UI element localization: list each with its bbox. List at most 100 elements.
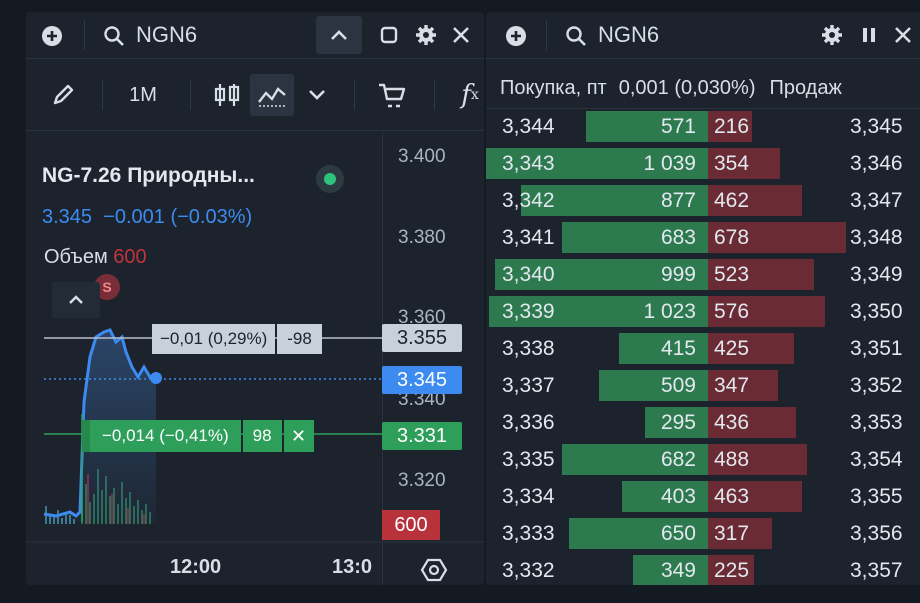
orderbook-row[interactable]: 3,335 682 488 3,354 [486, 441, 920, 478]
ask-price[interactable]: 3,346 [850, 145, 903, 182]
orderbook-row[interactable]: 3,342 877 462 3,347 [486, 182, 920, 219]
bid-price[interactable]: 3,340 [502, 256, 555, 293]
axis-label: 3.320 [398, 470, 446, 491]
bid-price[interactable]: 3,336 [502, 404, 555, 441]
search-icon[interactable] [102, 24, 126, 48]
pencil-icon[interactable] [46, 74, 80, 116]
pause-icon[interactable] [858, 24, 880, 46]
volume-label-row: Объем 600 [44, 246, 147, 269]
ask-qty: 317 [714, 522, 750, 545]
bid-price[interactable]: 3,338 [502, 330, 555, 367]
ask-price[interactable]: 3,355 [850, 478, 903, 515]
volume-tag: 600 [382, 510, 440, 540]
gear-icon[interactable] [820, 23, 844, 47]
function-icon[interactable]: fx [452, 74, 484, 116]
order-buy-text: −0,014 (−0,41%) [90, 420, 241, 452]
collapse-button[interactable] [316, 16, 362, 54]
order-line-sell[interactable]: −0,01 (0,29%) -98 [152, 324, 322, 354]
bid-qty: 571 [660, 115, 696, 138]
bid-qty: 295 [660, 411, 696, 434]
orderbook-row[interactable]: 3,344 571 216 3,345 [486, 108, 920, 145]
orderbook-row[interactable]: 3,338 415 425 3,351 [486, 330, 920, 367]
time-label: 12:00 [170, 556, 222, 578]
orderbook-row[interactable]: 3,337 509 347 3,352 [486, 367, 920, 404]
bid-price[interactable]: 3,342 [502, 182, 555, 219]
orderbook-row[interactable]: 3,334 403 463 3,355 [486, 478, 920, 515]
bid-price[interactable]: 3,335 [502, 441, 555, 478]
cart-icon[interactable] [374, 74, 410, 116]
order-line-buy[interactable]: −0,014 (−0,41%) 98 ✕ [82, 420, 314, 452]
bid-price[interactable]: 3,343 [502, 145, 555, 182]
ask-qty: 488 [714, 448, 750, 471]
price-change: 3.345 −0.001 (−0.03%) [42, 206, 253, 228]
volume-label: Объем [44, 246, 108, 268]
ask-price[interactable]: 3,348 [850, 219, 903, 256]
cancel-order-button[interactable]: ✕ [283, 420, 314, 452]
spread-value: 0,001 (0,030%) [618, 76, 756, 99]
bid-price[interactable]: 3,334 [502, 478, 555, 515]
ask-price[interactable]: 3,354 [850, 441, 903, 478]
ask-price[interactable]: 3,353 [850, 404, 903, 441]
sell-column-header: Продаж [769, 76, 842, 99]
instrument-name[interactable]: NG-7.26 Природны... [42, 164, 255, 188]
ticker-label[interactable]: NGN6 [598, 22, 659, 48]
orderbook-row[interactable]: 3,343 1 039 354 3,346 [486, 145, 920, 182]
bid-qty: 877 [660, 189, 696, 212]
order-sell-text: −0,01 (0,29%) [152, 324, 276, 354]
order-sell-qty[interactable]: -98 [277, 324, 322, 354]
ask-price[interactable]: 3,357 [850, 552, 903, 585]
price-tag-line: 3.355 [382, 324, 462, 352]
bid-price[interactable]: 3,337 [502, 367, 555, 404]
ask-price[interactable]: 3,356 [850, 515, 903, 552]
maximize-icon[interactable] [378, 24, 400, 46]
bid-price[interactable]: 3,339 [502, 293, 555, 330]
area-chart-icon[interactable] [250, 74, 294, 116]
time-label: 13:0 [332, 556, 373, 578]
chart-titlebar: NGN6 [26, 12, 484, 58]
ask-price[interactable]: 3,350 [850, 293, 903, 330]
ask-price[interactable]: 3,347 [850, 182, 903, 219]
add-icon[interactable] [504, 24, 528, 48]
search-icon[interactable] [564, 24, 588, 48]
bid-price[interactable]: 3,344 [502, 108, 555, 145]
ask-price[interactable]: 3,351 [850, 330, 903, 367]
axis-label: 3.380 [398, 227, 446, 248]
ask-qty: 462 [714, 189, 750, 212]
order-buy-qty[interactable]: 98 [242, 420, 282, 452]
close-icon[interactable] [450, 24, 472, 46]
chart-settings-icon[interactable] [418, 554, 450, 585]
orderbook-row[interactable]: 3,340 999 523 3,349 [486, 256, 920, 293]
ask-price[interactable]: 3,349 [850, 256, 903, 293]
bid-qty: 1 039 [643, 152, 696, 175]
ask-qty: 436 [714, 411, 750, 434]
bid-price[interactable]: 3,333 [502, 515, 555, 552]
bid-qty: 349 [660, 559, 696, 582]
axis-label: 3.400 [398, 146, 446, 167]
bid-price[interactable]: 3,332 [502, 552, 555, 585]
drag-handle[interactable] [82, 420, 90, 452]
bid-price[interactable]: 3,341 [502, 219, 555, 256]
price-tag-order: 3.331 [382, 422, 462, 450]
orderbook-header: Покупка, пт 0,001 (0,030%) Продаж [500, 70, 920, 106]
candles-icon[interactable] [210, 74, 244, 116]
ask-qty: 576 [714, 300, 750, 323]
chevron-down-icon[interactable] [304, 74, 330, 116]
close-icon[interactable] [892, 24, 914, 46]
orderbook-row[interactable]: 3,336 295 436 3,353 [486, 404, 920, 441]
orderbook-row[interactable]: 3,339 1 023 576 3,350 [486, 293, 920, 330]
chart-toolbar: 1M fx [26, 60, 484, 130]
orderbook-row[interactable]: 3,333 650 317 3,356 [486, 515, 920, 552]
orderbook-row[interactable]: 3,341 683 678 3,348 [486, 219, 920, 256]
add-icon[interactable] [40, 24, 64, 48]
price-tag-current: 3.345 [382, 366, 462, 394]
ask-price[interactable]: 3,352 [850, 367, 903, 404]
ask-price[interactable]: 3,345 [850, 108, 903, 145]
orderbook-row[interactable]: 3,332 349 225 3,357 [486, 552, 920, 585]
ticker-label[interactable]: NGN6 [136, 22, 197, 48]
timeframe-button[interactable]: 1M [120, 74, 166, 116]
orderbook-titlebar: NGN6 [486, 12, 920, 58]
price-chart[interactable]: NG-7.26 Природны... 3.345 −0.001 (−0.03%… [26, 132, 484, 585]
expand-legend-button[interactable] [52, 282, 100, 318]
bid-qty: 682 [660, 448, 696, 471]
gear-icon[interactable] [414, 23, 438, 47]
